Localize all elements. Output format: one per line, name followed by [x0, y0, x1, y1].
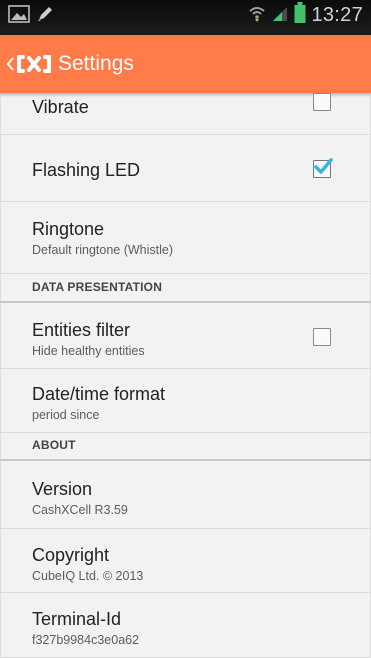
setting-entities-filter[interactable]: Entities filter Hide healthy entities — [0, 303, 371, 369]
setting-summary: CubeIQ Ltd. © 2013 — [32, 569, 144, 583]
wifi-icon — [248, 4, 266, 27]
setting-summary: Hide healthy entities — [32, 344, 145, 358]
setting-label: Terminal-Id — [32, 609, 122, 629]
section-header-data: DATA PRESENTATION — [0, 274, 371, 303]
setting-vibrate[interactable]: Vibrate — [0, 93, 371, 135]
page-title: Settings — [58, 52, 134, 75]
setting-terminal-id[interactable]: Terminal-Id f327b9984c3e0a62 — [0, 593, 371, 658]
status-bar: 13:27 — [0, 0, 371, 36]
flashing-led-checkbox[interactable] — [313, 158, 333, 178]
setting-label: Ringtone — [32, 219, 105, 239]
phone-screen: 13:27 Settings Vibrate Flashing LED Ring… — [0, 0, 371, 658]
setting-summary: CashXCell R3.59 — [32, 503, 128, 517]
pencil-icon — [36, 5, 54, 28]
app-logo-icon[interactable] — [15, 53, 53, 75]
vibrate-checkbox[interactable] — [313, 93, 331, 111]
action-bar: Settings — [0, 35, 371, 93]
setting-flashing-led[interactable]: Flashing LED — [0, 135, 371, 202]
image-icon — [8, 5, 30, 28]
setting-label: Date/time format — [32, 384, 166, 404]
battery-icon — [294, 2, 306, 29]
checkmark-icon — [314, 158, 333, 174]
setting-label: Copyright — [32, 545, 110, 565]
section-header-about: ABOUT — [0, 433, 371, 461]
setting-copyright[interactable]: Copyright CubeIQ Ltd. © 2013 — [0, 529, 371, 593]
signal-icon — [271, 4, 289, 27]
setting-summary: Default ringtone (Whistle) — [32, 243, 174, 257]
setting-summary: f327b9984c3e0a62 — [32, 633, 140, 647]
setting-datetime-format[interactable]: Date/time format period since — [0, 369, 371, 433]
clock: 13:27 — [311, 4, 363, 26]
setting-ringtone[interactable]: Ringtone Default ringtone (Whistle) — [0, 202, 371, 274]
setting-summary: period since — [32, 408, 100, 422]
entities-filter-checkbox[interactable] — [313, 328, 331, 346]
setting-version[interactable]: Version CashXCell R3.59 — [0, 461, 371, 529]
setting-label: Version — [32, 479, 93, 499]
settings-list: Vibrate Flashing LED Ringtone Default ri… — [0, 93, 371, 658]
